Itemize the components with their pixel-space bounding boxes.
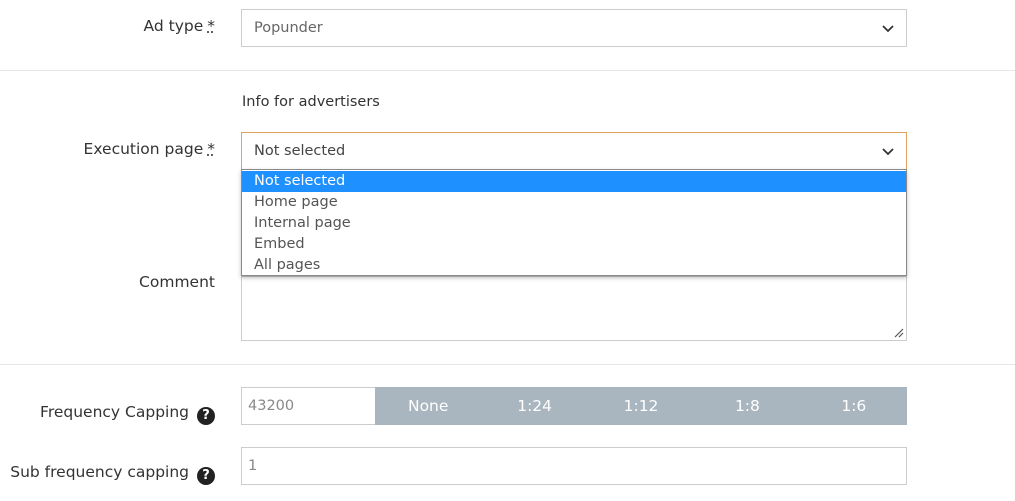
ad-type-value: Popunder: [254, 20, 323, 36]
option-all-pages[interactable]: All pages: [242, 255, 906, 276]
sub-frequency-capping-label: Sub frequency capping?: [10, 463, 215, 485]
comment-textarea[interactable]: [241, 276, 907, 341]
info-heading: Info for advertisers: [242, 94, 380, 110]
ad-type-select[interactable]: Popunder: [241, 9, 907, 47]
required-mark: *: [207, 140, 215, 158]
section-divider: [0, 70, 1015, 71]
execution-page-value: Not selected: [254, 143, 346, 159]
frequency-capping-value: 43200: [248, 398, 295, 414]
preset-1-6-button[interactable]: 1:6: [801, 387, 907, 425]
section-divider: [0, 364, 1015, 365]
required-mark: *: [207, 17, 215, 35]
frequency-capping-input[interactable]: 43200: [241, 387, 375, 425]
option-home-page[interactable]: Home page: [242, 192, 906, 213]
option-embed[interactable]: Embed: [242, 234, 906, 255]
option-not-selected[interactable]: Not selected: [242, 171, 906, 192]
frequency-capping-label: Frequency Capping?: [40, 403, 215, 425]
preset-1-12-button[interactable]: 1:12: [588, 387, 694, 425]
help-icon[interactable]: ?: [197, 407, 215, 425]
preset-1-8-button[interactable]: 1:8: [694, 387, 800, 425]
ad-form: Ad type * Popunder Info for advertisers E…: [0, 0, 1015, 501]
resize-handle-icon[interactable]: [892, 326, 904, 338]
sub-frequency-capping-input[interactable]: 1: [241, 447, 907, 485]
execution-page-label: Execution page *: [83, 140, 215, 158]
ad-type-label: Ad type *: [143, 17, 215, 35]
execution-page-dropdown: Not selected Home page Internal page Emb…: [241, 169, 907, 276]
execution-page-select[interactable]: Not selected: [241, 132, 907, 170]
option-internal-page[interactable]: Internal page: [242, 213, 906, 234]
comment-label: Comment: [139, 273, 215, 291]
chevron-down-icon: [882, 25, 894, 33]
frequency-preset-group: None 1:24 1:12 1:8 1:6: [375, 387, 907, 425]
help-icon[interactable]: ?: [197, 467, 215, 485]
sub-frequency-capping-value: 1: [248, 458, 258, 474]
preset-1-24-button[interactable]: 1:24: [481, 387, 587, 425]
preset-none-button[interactable]: None: [375, 387, 481, 425]
chevron-down-icon: [882, 148, 894, 156]
